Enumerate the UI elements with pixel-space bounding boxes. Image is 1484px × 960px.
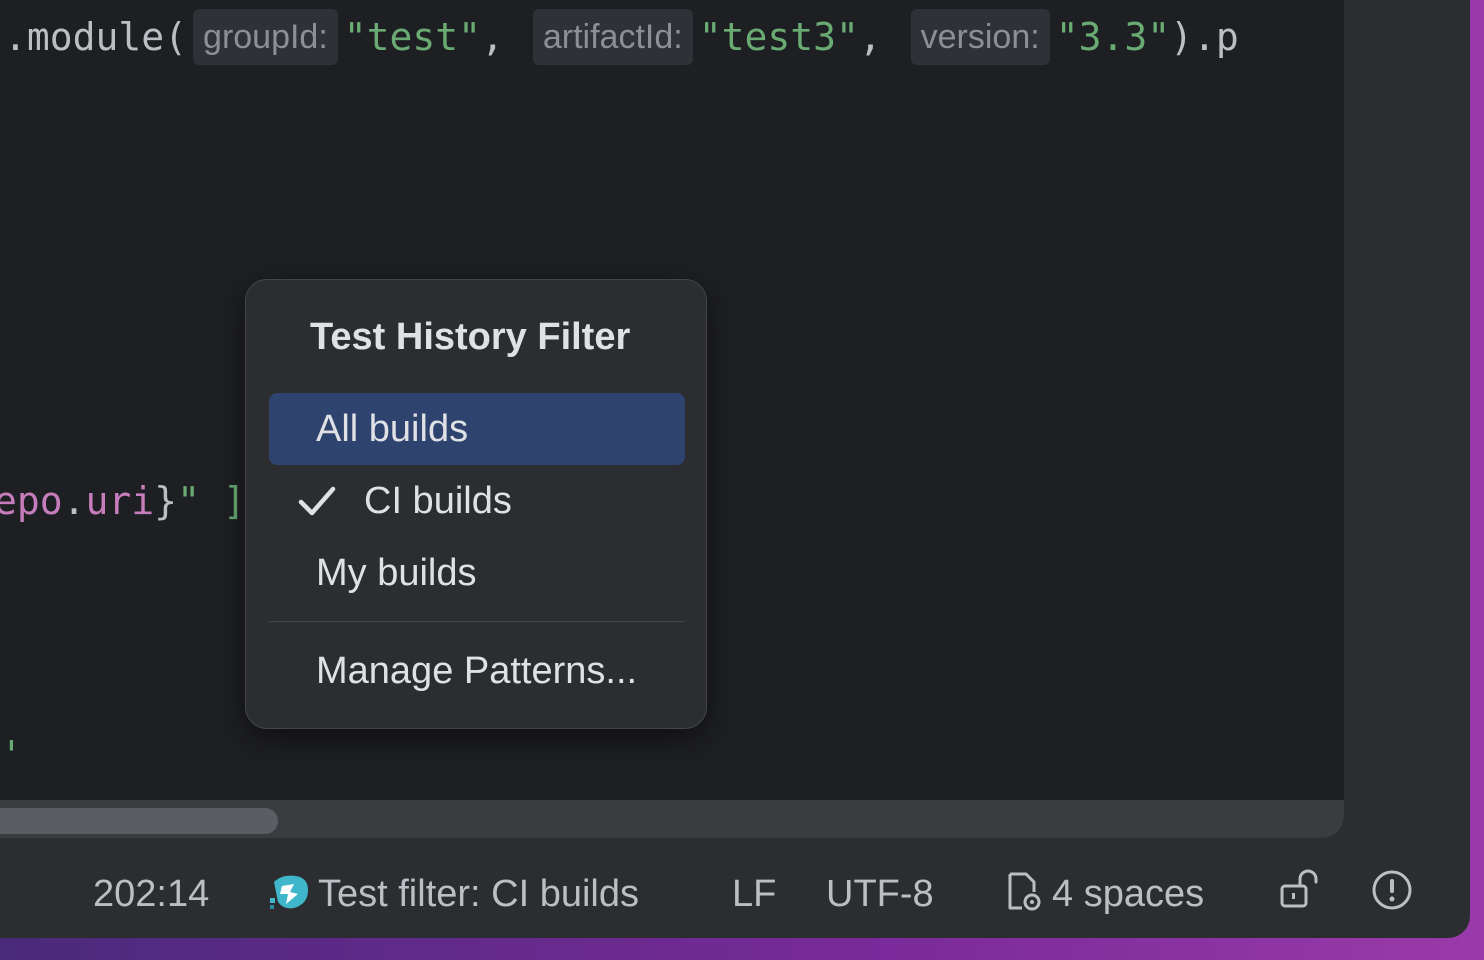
popup-title: Test History Filter: [310, 316, 631, 358]
param-hint-version: version:: [910, 9, 1050, 65]
code-token: }: [154, 479, 178, 523]
code-token: ,: [858, 15, 882, 59]
code-field: epo: [0, 479, 63, 523]
menu-item-label: All builds: [316, 408, 469, 450]
test-history-icon: [270, 875, 308, 909]
horizontal-scrollbar[interactable]: [0, 800, 1344, 838]
string-literal: "3.3": [1055, 15, 1171, 59]
code-field: uri: [85, 479, 155, 523]
code-token: .: [62, 479, 86, 523]
menu-item-my-builds[interactable]: My builds: [269, 537, 685, 609]
menu-item-label: My builds: [316, 552, 477, 594]
encoding-widget[interactable]: UTF-8: [826, 870, 934, 918]
test-filter-widget[interactable]: Test filter: CI builds: [268, 870, 639, 918]
file-settings-icon: [1008, 872, 1041, 911]
ide-window: .module(groupId: "test", artifactId: "test…: [0, 0, 1470, 938]
checkmark-icon: [298, 486, 336, 516]
status-bar: 202:14 Test filter: CI builds LF UTF-8 4…: [0, 838, 1470, 938]
code-token: ,: [481, 15, 504, 59]
menu-item-label: CI builds: [364, 480, 512, 522]
menu-item-all-builds[interactable]: All builds: [269, 393, 685, 465]
test-filter-label: Test filter: CI builds: [318, 873, 639, 915]
menu-separator: [269, 621, 685, 622]
code-line-uri: epo.uri}" ]: [0, 472, 246, 530]
line-ending-widget[interactable]: LF: [732, 870, 776, 918]
code-line-module: .module(groupId: "test", artifactId: "test…: [4, 8, 1239, 66]
menu-item-ci-builds[interactable]: CI builds: [269, 465, 685, 537]
code-line-quote: ': [0, 733, 23, 777]
indent-label: 4 spaces: [1052, 873, 1205, 915]
indent-widget[interactable]: 4 spaces: [1002, 870, 1204, 918]
scrollbar-thumb[interactable]: [0, 808, 278, 834]
string-literal: "test": [343, 15, 482, 59]
unlock-icon[interactable]: [1278, 868, 1322, 912]
code-token: ]: [199, 479, 246, 523]
param-hint-groupid: groupId:: [193, 9, 338, 65]
menu-item-label: Manage Patterns...: [316, 650, 638, 692]
param-hint-artifactid: artifactId:: [532, 9, 693, 65]
code-token: .module(: [4, 15, 188, 59]
menu-item-manage-patterns[interactable]: Manage Patterns...: [269, 635, 685, 707]
code-token: ).p: [1170, 15, 1239, 59]
caret-position[interactable]: 202:14: [93, 870, 209, 918]
warning-icon[interactable]: [1370, 868, 1414, 912]
string-literal: ": [177, 479, 200, 523]
string-literal: "test3": [698, 15, 859, 59]
test-history-filter-popup: Test History Filter All builds CI builds…: [245, 279, 707, 729]
